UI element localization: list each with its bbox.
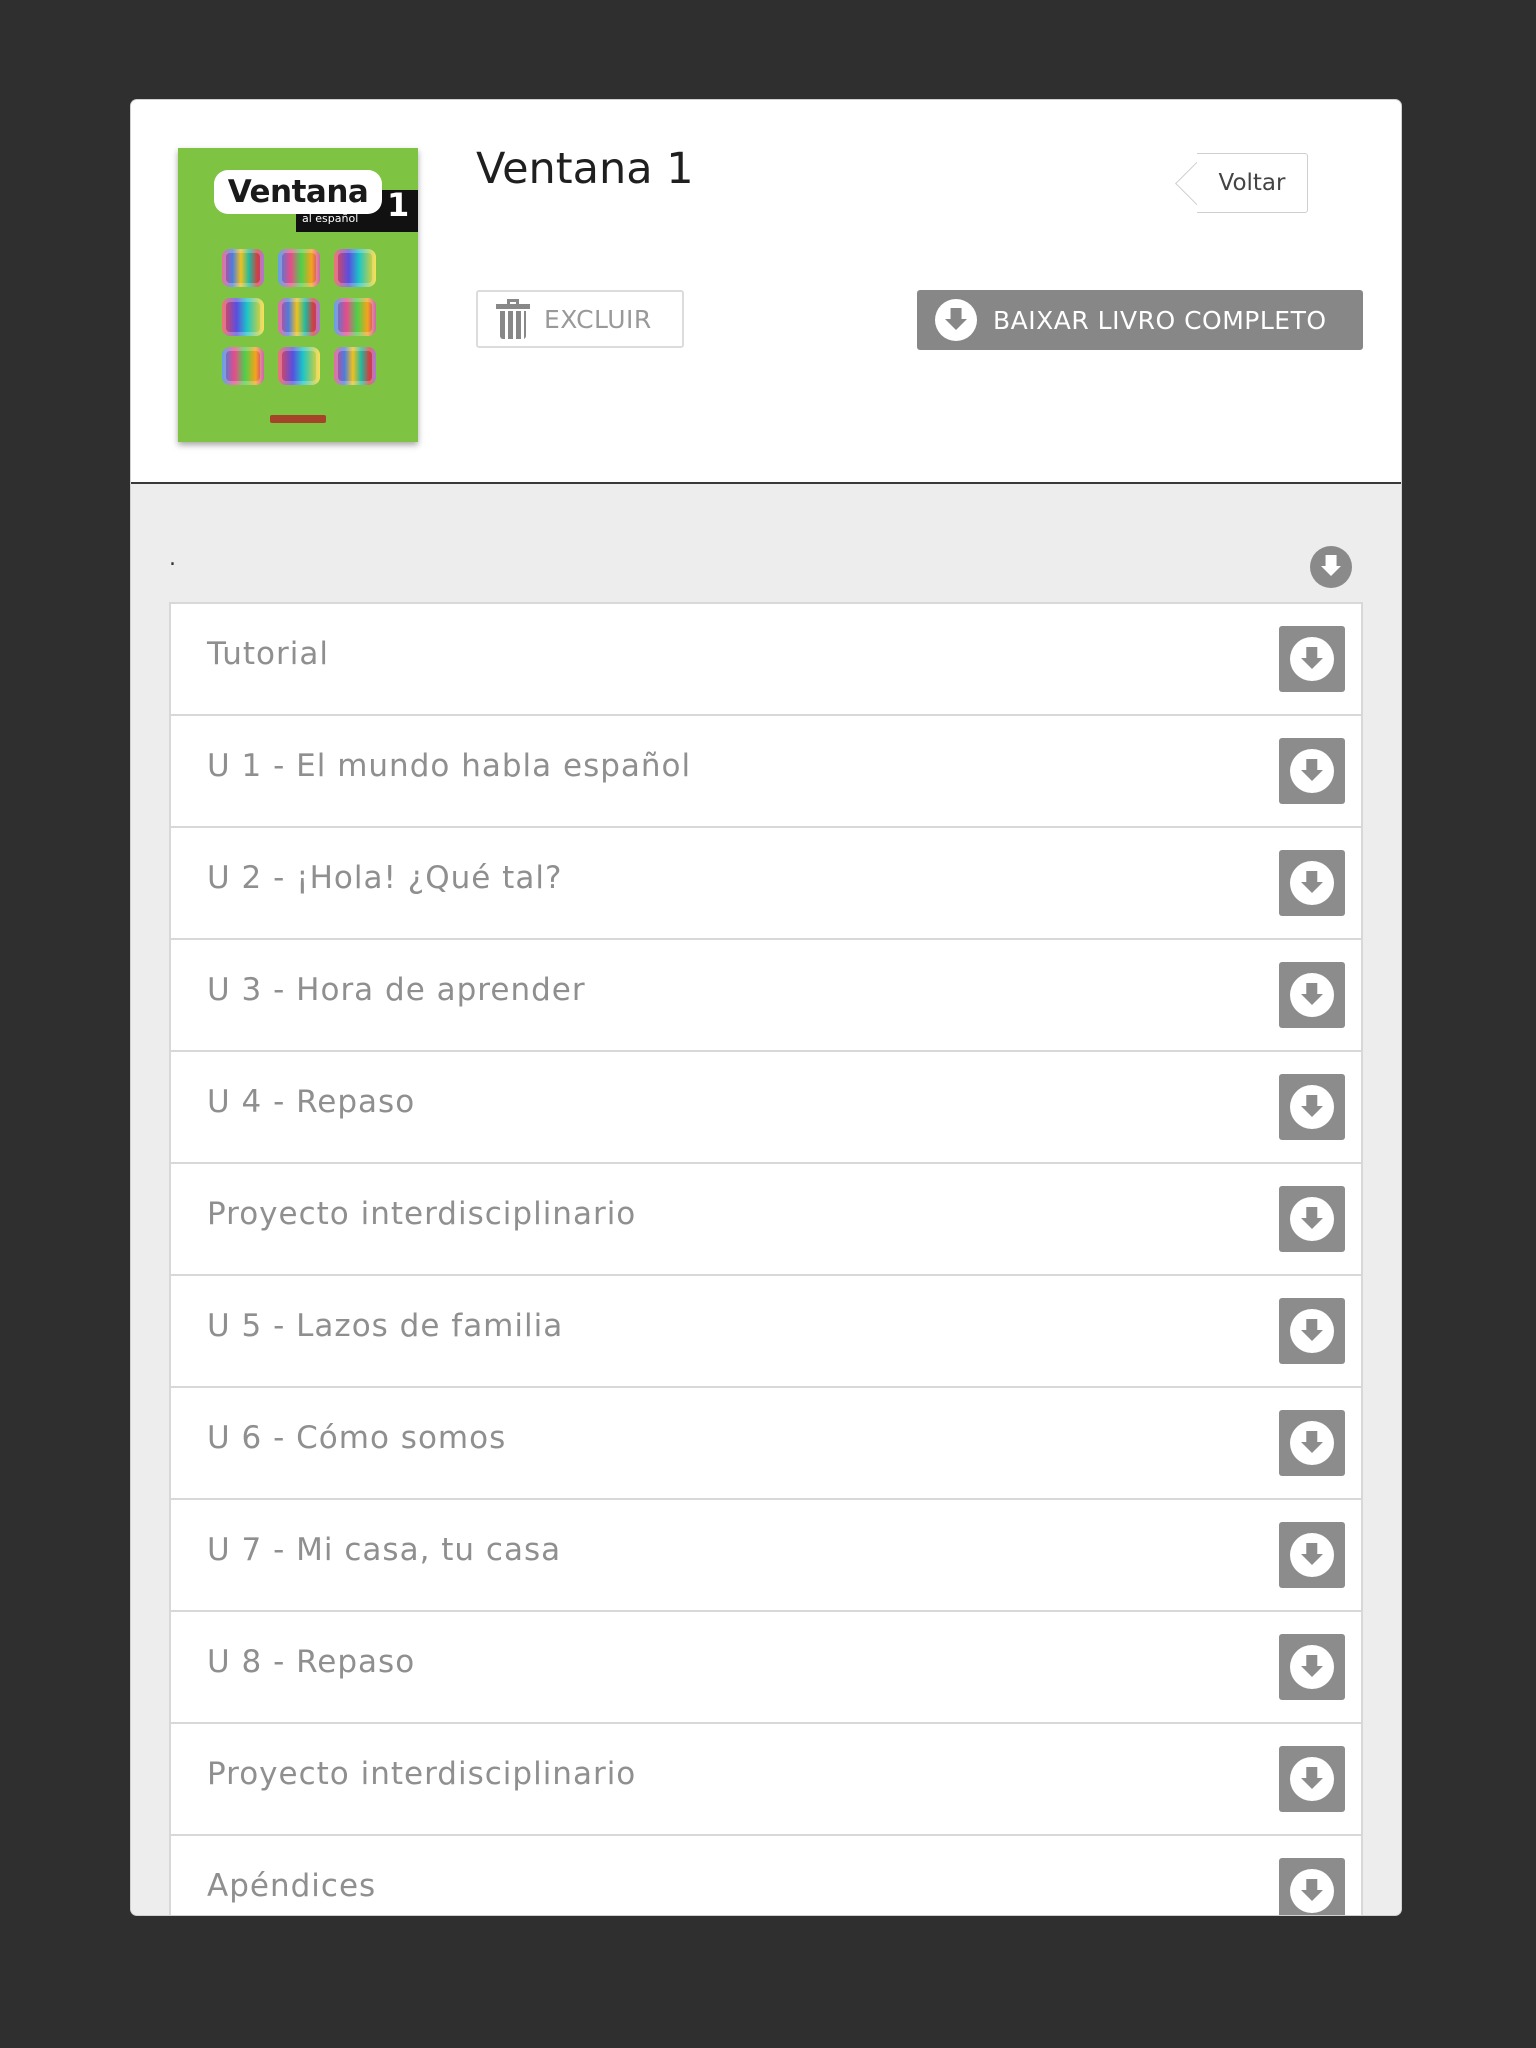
- chapter-row[interactable]: U 4 - Repaso: [169, 1050, 1363, 1162]
- chapter-label: Tutorial: [207, 636, 329, 672]
- chapter-label: Apéndices: [207, 1868, 377, 1904]
- chapter-row[interactable]: U 5 - Lazos de familia: [169, 1274, 1363, 1386]
- download-icon: [935, 299, 977, 341]
- download-full-book-button[interactable]: BAIXAR LIVRO COMPLETO: [917, 290, 1363, 350]
- download-icon[interactable]: [1279, 1186, 1345, 1252]
- chapter-label: U 1 - El mundo habla español: [207, 748, 692, 784]
- download-icon[interactable]: [1279, 738, 1345, 804]
- chapter-row[interactable]: Proyecto interdisciplinario: [169, 1162, 1363, 1274]
- chapter-row[interactable]: U 7 - Mi casa, tu casa: [169, 1498, 1363, 1610]
- cover-tile: [278, 347, 320, 385]
- chapter-row[interactable]: U 2 - ¡Hola! ¿Qué tal?: [169, 826, 1363, 938]
- book-cover: Ventana al español 1: [178, 148, 418, 442]
- section-download-icon[interactable]: [1310, 546, 1352, 588]
- cover-tile: [334, 347, 376, 385]
- download-icon[interactable]: [1279, 1298, 1345, 1364]
- download-full-book-label: BAIXAR LIVRO COMPLETO: [993, 305, 1327, 335]
- chapter-label: U 2 - ¡Hola! ¿Qué tal?: [207, 860, 563, 896]
- chapter-row[interactable]: Proyecto interdisciplinario: [169, 1722, 1363, 1834]
- download-icon[interactable]: [1279, 1410, 1345, 1476]
- chapter-row[interactable]: Tutorial: [169, 602, 1363, 714]
- cover-title: Ventana: [227, 174, 369, 210]
- cover-tile: [334, 298, 376, 336]
- book-modal: Ventana al español 1 Ventana 1 Voltar EX…: [131, 100, 1401, 1915]
- download-icon[interactable]: [1279, 1746, 1345, 1812]
- chapter-row[interactable]: U 8 - Repaso: [169, 1610, 1363, 1722]
- section-header: .: [169, 540, 1363, 602]
- back-button[interactable]: Voltar: [1197, 153, 1308, 213]
- download-icon[interactable]: [1279, 1858, 1345, 1915]
- chapter-row[interactable]: U 1 - El mundo habla español: [169, 714, 1363, 826]
- chapter-list: Tutorial U 1 - El mundo habla español U …: [169, 602, 1363, 1915]
- cover-tile: [222, 298, 264, 336]
- cover-tile: [334, 249, 376, 287]
- chapter-row[interactable]: U 3 - Hora de aprender: [169, 938, 1363, 1050]
- chapter-label: U 5 - Lazos de familia: [207, 1308, 564, 1344]
- chapter-label: U 8 - Repaso: [207, 1644, 416, 1680]
- cover-subtitle: al español: [302, 212, 359, 225]
- section-title: .: [169, 546, 176, 571]
- chapter-label: U 7 - Mi casa, tu casa: [207, 1532, 562, 1568]
- cover-title-box: Ventana: [214, 170, 382, 214]
- delete-button[interactable]: EXCLUIR: [476, 290, 684, 348]
- chapter-label: Proyecto interdisciplinario: [207, 1196, 637, 1232]
- delete-label: EXCLUIR: [544, 304, 652, 334]
- chapter-label: U 6 - Cómo somos: [207, 1420, 507, 1456]
- download-icon[interactable]: [1279, 1522, 1345, 1588]
- chapter-label: U 4 - Repaso: [207, 1084, 416, 1120]
- cover-tile: [278, 249, 320, 287]
- download-icon[interactable]: [1279, 626, 1345, 692]
- chapter-label: Proyecto interdisciplinario: [207, 1756, 637, 1792]
- chapter-row[interactable]: Apéndices: [169, 1834, 1363, 1915]
- cover-tile: [222, 249, 264, 287]
- publisher-logo: [270, 415, 326, 423]
- cover-number: 1: [387, 186, 410, 224]
- trash-icon: [496, 299, 530, 339]
- download-icon[interactable]: [1279, 962, 1345, 1028]
- chapter-row[interactable]: U 6 - Cómo somos: [169, 1386, 1363, 1498]
- back-button-arrow[interactable]: [1169, 153, 1199, 213]
- book-title: Ventana 1: [476, 144, 694, 194]
- cover-tile: [222, 347, 264, 385]
- download-icon[interactable]: [1279, 850, 1345, 916]
- book-header: Ventana al español 1 Ventana 1 Voltar EX…: [131, 100, 1401, 484]
- cover-tile: [278, 298, 320, 336]
- chapter-label: U 3 - Hora de aprender: [207, 972, 586, 1008]
- download-icon[interactable]: [1279, 1634, 1345, 1700]
- cover-pattern: [222, 249, 376, 389]
- download-icon[interactable]: [1279, 1074, 1345, 1140]
